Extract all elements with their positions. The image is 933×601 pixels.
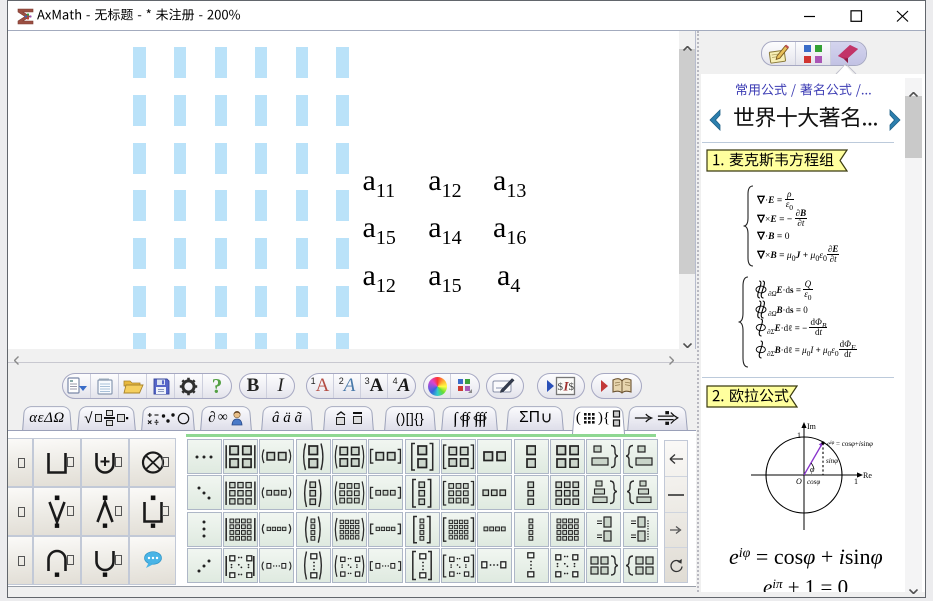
svg-text:cosφ: cosφ bbox=[807, 478, 820, 486]
svg-text:1: 1 bbox=[854, 477, 858, 486]
svg-text:sinφ: sinφ bbox=[826, 457, 838, 465]
svg-text:Re: Re bbox=[863, 471, 872, 480]
svg-text:eiφ = cosφ+isinφ: eiφ = cosφ+isinφ bbox=[827, 440, 873, 448]
svg-text:∫: ∫ bbox=[453, 409, 459, 427]
svg-text:O: O bbox=[796, 477, 802, 486]
svg-text:1: 1 bbox=[797, 431, 801, 440]
svg-text:Im: Im bbox=[807, 422, 817, 431]
svg-text:∫: ∫ bbox=[464, 409, 471, 427]
svg-text:φ: φ bbox=[810, 465, 815, 474]
svg-text:$: $ bbox=[569, 381, 575, 393]
